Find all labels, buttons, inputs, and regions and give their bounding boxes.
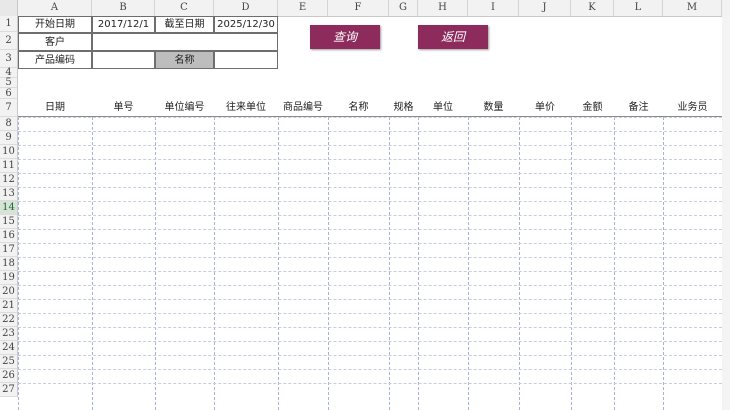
grid-column-line [214, 117, 215, 410]
grid-row-line [18, 159, 722, 160]
column-header-e[interactable]: E [278, 0, 328, 16]
grid-column-line [278, 117, 279, 410]
grid-row-line [18, 187, 722, 188]
row-header-12[interactable]: 12 [0, 173, 18, 187]
row-header-27[interactable]: 27 [0, 383, 18, 397]
table-header-cell: 数量 [468, 99, 519, 117]
row-header-25[interactable]: 25 [0, 355, 18, 369]
grid-row-line [18, 215, 722, 216]
row-header-10[interactable]: 10 [0, 145, 18, 159]
grid-row-line [18, 299, 722, 300]
table-header-cell: 单号 [92, 99, 155, 117]
end-date-input[interactable]: 2025/12/30 [214, 16, 278, 33]
grid-row-line [18, 355, 722, 356]
table-header-cell: 业务员 [663, 99, 722, 117]
back-button[interactable]: 返回 [418, 25, 488, 49]
grid-row-line [18, 341, 722, 342]
row-header-17[interactable]: 17 [0, 243, 18, 257]
grid-column-line [663, 117, 664, 410]
row-header-19[interactable]: 19 [0, 271, 18, 285]
column-header-b[interactable]: B [92, 0, 155, 16]
query-button[interactable]: 查询 [310, 25, 380, 49]
column-header-m[interactable]: M [663, 0, 722, 16]
grid-column-line [418, 117, 419, 410]
table-header-cell: 单价 [519, 99, 571, 117]
column-header-g[interactable]: G [389, 0, 418, 16]
column-header-c[interactable]: C [155, 0, 214, 16]
row-header-6[interactable]: 6 [0, 88, 18, 99]
column-header-k[interactable]: K [571, 0, 614, 16]
table-header-cell: 往来单位 [214, 99, 278, 117]
customer-label: 客户 [18, 33, 92, 51]
start-date-label: 开始日期 [18, 16, 92, 33]
product-code-input[interactable] [92, 51, 155, 69]
table-header-cell: 规格 [389, 99, 418, 117]
row-header-5[interactable]: 5 [0, 78, 18, 88]
grid-row-line [18, 313, 722, 314]
grid-row-line [18, 117, 722, 118]
row-header-16[interactable]: 16 [0, 229, 18, 243]
grid-row-line [18, 145, 722, 146]
column-header-f[interactable]: F [328, 0, 389, 16]
grid-row-line [18, 369, 722, 370]
name-label: 名称 [155, 51, 214, 69]
row-header-13[interactable]: 13 [0, 187, 18, 201]
grid-column-line [92, 117, 93, 410]
table-header-cell: 单位 [418, 99, 468, 117]
row-header-15[interactable]: 15 [0, 215, 18, 229]
table-header-cell: 商品编号 [278, 99, 328, 117]
select-all-corner[interactable] [0, 0, 18, 16]
table-header-cell: 金额 [571, 99, 614, 117]
row-header-11[interactable]: 11 [0, 159, 18, 173]
column-header-a[interactable]: A [18, 0, 92, 16]
grid-column-line [519, 117, 520, 410]
grid-column-line [468, 117, 469, 410]
grid-row-line [18, 131, 722, 132]
name-input[interactable] [214, 51, 278, 69]
row-header-7[interactable]: 7 [0, 99, 18, 117]
column-header-l[interactable]: L [614, 0, 663, 16]
grid-column-line [328, 117, 329, 410]
grid-row-line [18, 257, 722, 258]
row-header-3[interactable]: 3 [0, 50, 18, 68]
row-header-20[interactable]: 20 [0, 285, 18, 299]
grid-column-line [389, 117, 390, 410]
start-date-input[interactable]: 2017/12/1 [92, 16, 155, 33]
row-header-24[interactable]: 24 [0, 341, 18, 355]
grid-row-line [18, 243, 722, 244]
row-header-18[interactable]: 18 [0, 257, 18, 271]
grid-column-line [155, 117, 156, 410]
customer-input[interactable] [92, 33, 278, 51]
vertical-scrollbar[interactable] [722, 16, 730, 410]
grid-row-line [18, 285, 722, 286]
row-header-8[interactable]: 8 [0, 117, 18, 131]
row-header-23[interactable]: 23 [0, 327, 18, 341]
row-header-22[interactable]: 22 [0, 313, 18, 327]
grid-row-line [18, 173, 722, 174]
row-header-2[interactable]: 2 [0, 32, 18, 50]
column-header-i[interactable]: I [468, 0, 519, 16]
row-header-14[interactable]: 14 [0, 201, 18, 215]
table-header-cell: 日期 [18, 99, 92, 117]
grid-row-line [18, 383, 722, 384]
column-header-h[interactable]: H [418, 0, 468, 16]
table-header-cell: 单位编号 [155, 99, 214, 117]
row-header-21[interactable]: 21 [0, 299, 18, 313]
grid-row-line [18, 327, 722, 328]
grid-column-line [614, 117, 615, 410]
column-header-j[interactable]: J [519, 0, 571, 16]
row-header-26[interactable]: 26 [0, 369, 18, 383]
table-header-cell: 备注 [614, 99, 663, 117]
grid-column-line [571, 117, 572, 410]
product-code-label: 产品编码 [18, 51, 92, 69]
grid-row-line [18, 201, 722, 202]
grid-row-line [18, 229, 722, 230]
column-header-d[interactable]: D [214, 0, 278, 16]
row-header-9[interactable]: 9 [0, 131, 18, 145]
row-header-1[interactable]: 1 [0, 16, 18, 32]
end-date-label: 截至日期 [155, 16, 214, 33]
table-header-cell: 名称 [328, 99, 389, 117]
grid-row-line [18, 271, 722, 272]
grid-column-line [18, 117, 19, 410]
